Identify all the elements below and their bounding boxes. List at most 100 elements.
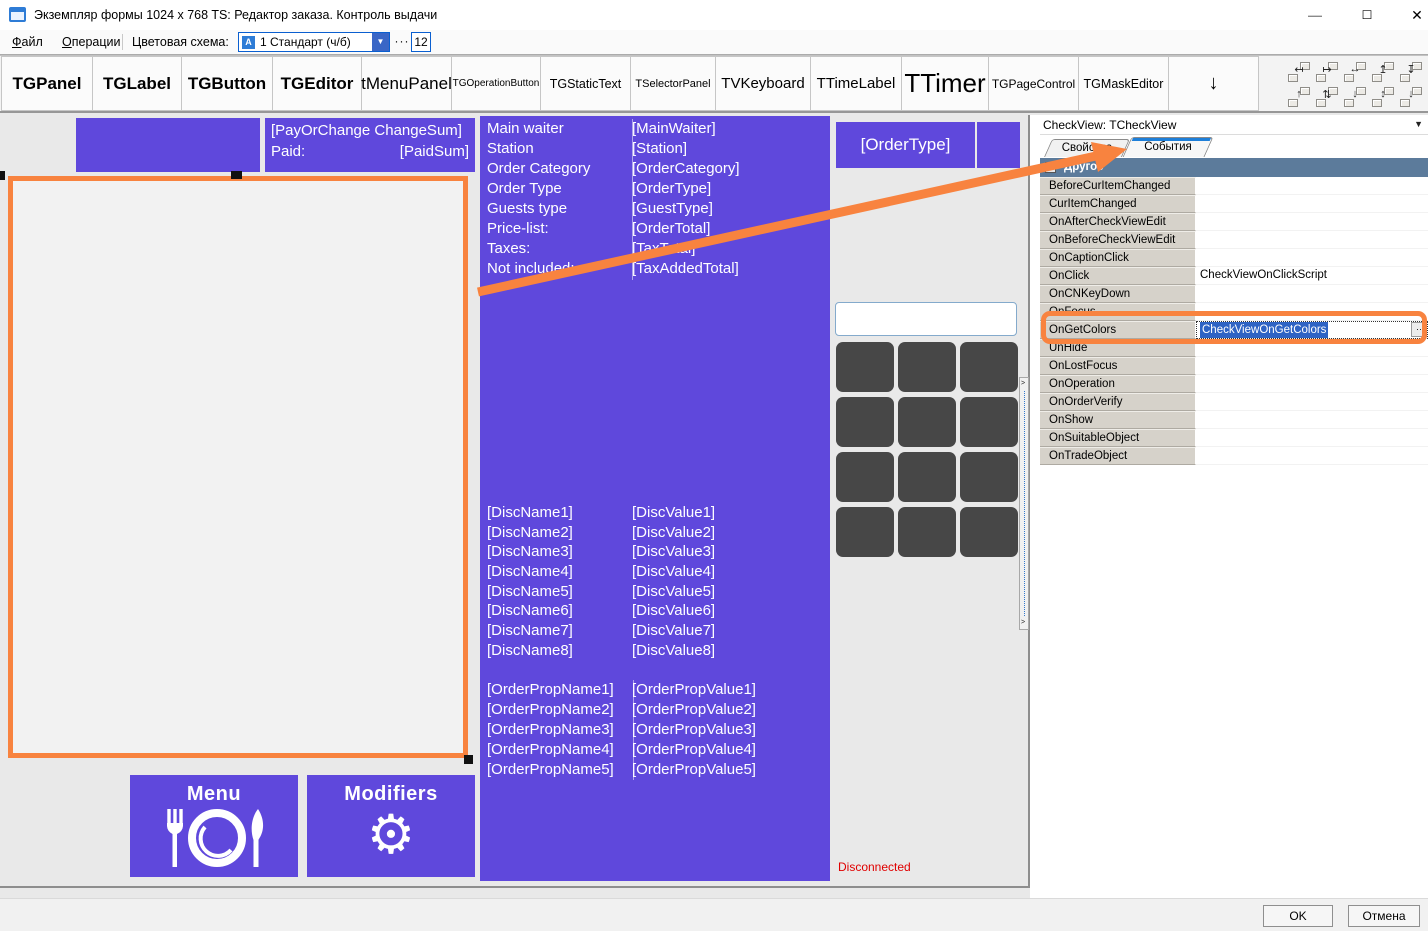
toolbar-button-ttimer[interactable]: TTimer [901, 56, 989, 111]
shift-right-icon[interactable]: ↧ [1398, 60, 1424, 84]
selection-handle[interactable] [464, 755, 473, 764]
keypad-button[interactable] [836, 507, 894, 557]
toolbar-button-tglabel[interactable]: TGLabel [92, 56, 182, 111]
event-value[interactable] [1196, 447, 1428, 465]
event-name[interactable]: OnCaptionClick [1040, 249, 1196, 267]
event-value[interactable] [1196, 339, 1428, 357]
align-horizontal-centers-icon[interactable]: ↦ [1314, 60, 1340, 84]
toolbar-button-tgpanel[interactable]: TGPanel [1, 56, 93, 111]
menu-operations[interactable]: Операции [56, 30, 126, 54]
check-view-widget[interactable]: Main waiter[MainWaiter]Station[Station]O… [480, 116, 830, 881]
toolbar-button-tgstatictext[interactable]: TGStaticText [540, 56, 631, 111]
toolbar-button-tgpagecontrol[interactable]: TGPageControl [988, 56, 1079, 111]
event-value[interactable] [1196, 429, 1428, 447]
scheme-more-button[interactable]: ··· [394, 32, 410, 52]
align-top-edges-icon[interactable]: ↑ [1286, 85, 1312, 109]
keypad-button[interactable] [960, 452, 1018, 502]
cancel-button[interactable]: Отмена [1348, 905, 1420, 927]
align-vertical-centers-icon[interactable]: ⇅ [1314, 85, 1340, 109]
collapse-splitter[interactable]: > > [1019, 377, 1029, 630]
event-value[interactable] [1196, 177, 1428, 195]
event-value[interactable] [1196, 213, 1428, 231]
keypad-button[interactable] [898, 452, 956, 502]
align-right-edges-icon[interactable]: ↔ [1342, 60, 1368, 84]
toolbar-button-tgeditor[interactable]: TGEditor [272, 56, 362, 111]
event-name[interactable]: OnCNKeyDown [1040, 285, 1196, 303]
align-left-edges-icon[interactable]: ↤ [1286, 60, 1312, 84]
chevron-down-icon[interactable]: ▼ [1414, 119, 1423, 129]
chevron-down-icon[interactable]: ▼ [372, 33, 389, 51]
collapse-icon[interactable]: − [1045, 162, 1056, 173]
event-name[interactable]: OnFocus [1040, 303, 1196, 321]
minimize-button[interactable]: — [1300, 3, 1330, 27]
entry-field-widget[interactable] [835, 302, 1017, 336]
space-equally-vertical-icon[interactable]: ↕ [1370, 85, 1396, 109]
event-name[interactable]: BeforeCurItemChanged [1040, 177, 1196, 195]
selected-panel-widget[interactable] [8, 176, 468, 758]
payment-panel[interactable]: [PayOrChange ChangeSum] Paid: [PaidSum] [265, 118, 475, 172]
order-type-header[interactable]: [OrderType] [836, 122, 1020, 168]
event-value[interactable] [1196, 411, 1428, 429]
event-group-header[interactable]: − Другое [1040, 158, 1428, 177]
event-value[interactable] [1196, 195, 1428, 213]
event-name[interactable]: OnTradeObject [1040, 447, 1196, 465]
event-name[interactable]: OnShow [1040, 411, 1196, 429]
toolbar-button-tmenupanel[interactable]: tMenuPanel [361, 56, 452, 111]
order-type-panel[interactable]: [OrderType] Disconnected [832, 116, 1028, 881]
toolbar-button-↓[interactable]: ↓ [1168, 56, 1259, 111]
shift-down-icon[interactable]: ↓ [1398, 85, 1424, 109]
toolbar-button-tselectorpanel[interactable]: TSelectorPanel [630, 56, 716, 111]
event-name[interactable]: OnBeforeCheckViewEdit [1040, 231, 1196, 249]
event-name[interactable]: OnOrderVerify [1040, 393, 1196, 411]
event-value[interactable] [1196, 285, 1428, 303]
keypad-button[interactable] [898, 507, 956, 557]
ok-button[interactable]: OK [1263, 905, 1333, 927]
keypad-button[interactable] [898, 342, 956, 392]
event-name[interactable]: OnOperation [1040, 375, 1196, 393]
space-equally-horizontal-icon[interactable]: ↥ [1370, 60, 1396, 84]
toolbar-button-tgbutton[interactable]: TGButton [181, 56, 273, 111]
event-name[interactable]: OnSuitableObject [1040, 429, 1196, 447]
event-value[interactable]: CheckViewOnClickScript [1196, 267, 1428, 285]
event-name[interactable]: OnAfterCheckViewEdit [1040, 213, 1196, 231]
align-bottom-edges-icon[interactable]: ↓ [1342, 85, 1368, 109]
object-selector[interactable]: CheckView: TCheckView ▼ [1040, 115, 1428, 135]
event-name[interactable]: UnHide [1040, 339, 1196, 357]
modifiers-button-widget[interactable]: Modifiers ⚙ [307, 775, 475, 877]
keypad-button[interactable] [960, 397, 1018, 447]
toolbar-button-tgmaskeditor[interactable]: TGMaskEditor [1078, 56, 1169, 111]
close-button[interactable]: ✕ [1402, 3, 1428, 27]
keypad-button[interactable] [836, 397, 894, 447]
tab-events[interactable]: События [1127, 137, 1209, 157]
font-size-field[interactable]: 12 [411, 32, 431, 52]
keypad-button[interactable] [898, 397, 956, 447]
selection-handle[interactable] [231, 171, 242, 179]
toolbar-button-ttimelabel[interactable]: TTimeLabel [810, 56, 902, 111]
event-name[interactable]: OnClick [1040, 267, 1196, 285]
toolbar-button-tgoperationbutton[interactable]: TGOperationButton [451, 56, 541, 111]
event-value[interactable] [1196, 231, 1428, 249]
keypad-button[interactable] [960, 342, 1018, 392]
keypad-button[interactable] [960, 507, 1018, 557]
color-scheme-combobox[interactable]: A 1 Стандарт (ч/б) ▼ [238, 32, 390, 52]
tab-properties[interactable]: Свойства [1048, 139, 1126, 157]
keypad-button[interactable] [836, 342, 894, 392]
ellipsis-button[interactable]: ·· [1411, 322, 1427, 337]
event-value[interactable] [1196, 357, 1428, 375]
event-value[interactable]: CheckViewOnGetColors ·· [1196, 321, 1428, 339]
panel-widget[interactable] [76, 118, 260, 172]
event-name[interactable]: OnLostFocus [1040, 357, 1196, 375]
event-value[interactable] [1196, 303, 1428, 321]
toolbar-button-tvkeyboard[interactable]: TVKeyboard [715, 56, 811, 111]
form-design-canvas[interactable]: [PayOrChange ChangeSum] Paid: [PaidSum] … [0, 115, 1030, 888]
selected-event-handler[interactable]: CheckViewOnGetColors [1200, 322, 1328, 338]
selection-handle[interactable] [0, 171, 5, 180]
menu-button-widget[interactable]: Menu [130, 775, 298, 877]
menu-file[interactable]: Файл [6, 30, 49, 54]
keypad-button[interactable] [836, 452, 894, 502]
maximize-button[interactable]: ☐ [1352, 3, 1382, 27]
event-value[interactable] [1196, 249, 1428, 267]
event-name[interactable]: CurItemChanged [1040, 195, 1196, 213]
event-value[interactable] [1196, 375, 1428, 393]
event-value[interactable] [1196, 393, 1428, 411]
